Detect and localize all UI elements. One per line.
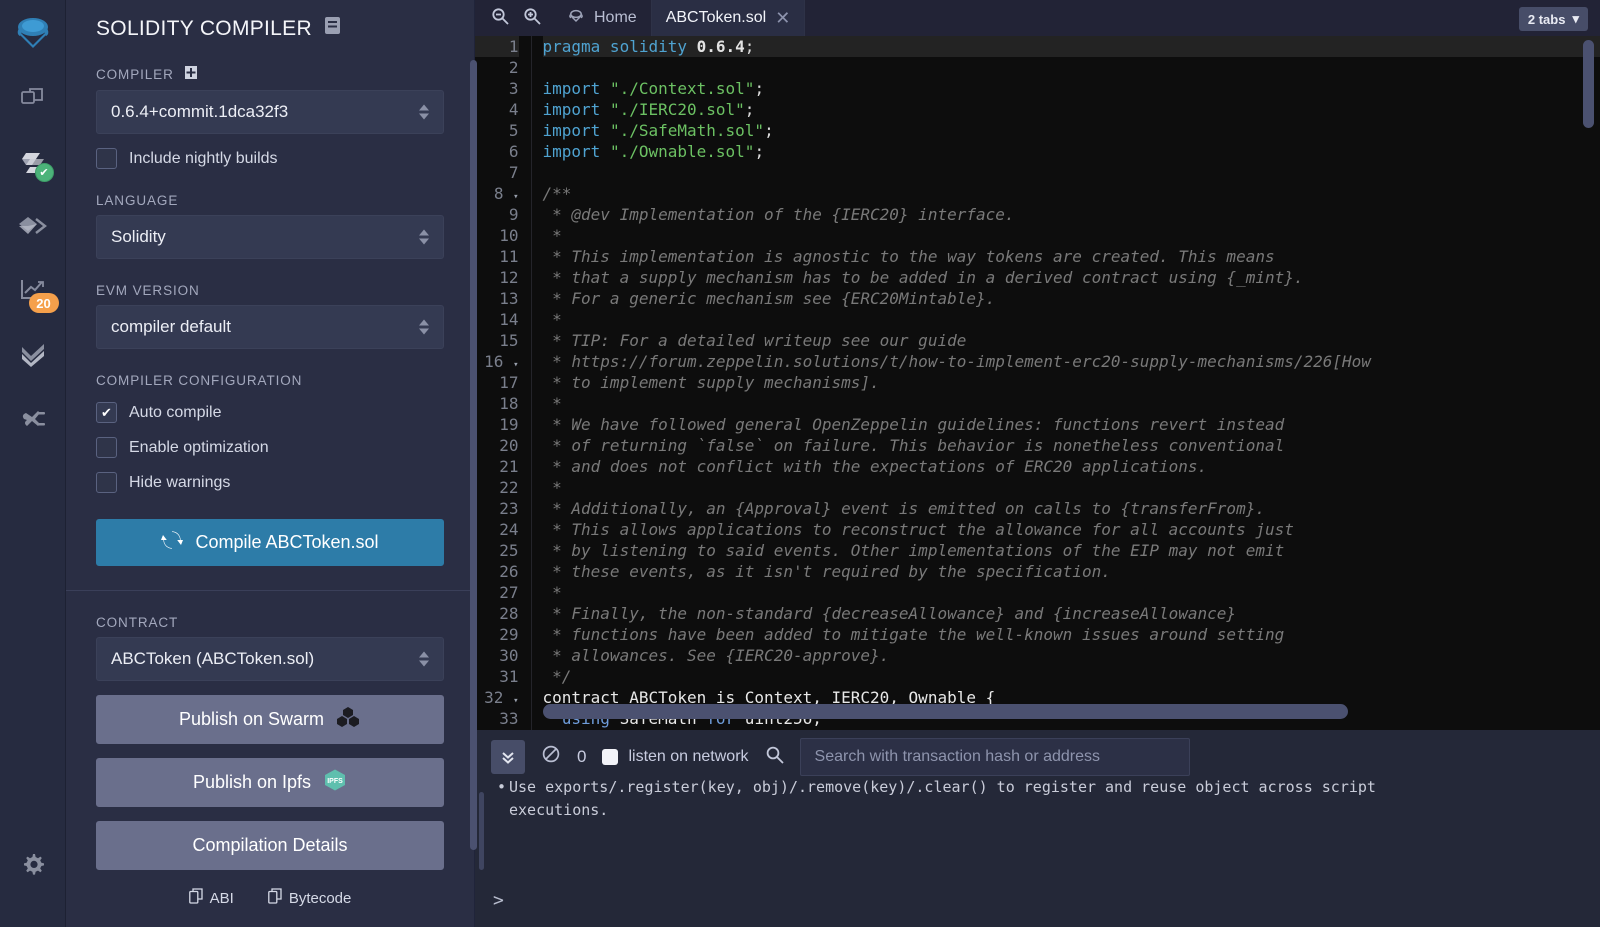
terminal-panel: 0 listen on network Search with transact… <box>475 730 1600 927</box>
editor-vertical-scrollbar[interactable] <box>1583 40 1594 128</box>
tab-tools <box>475 0 553 36</box>
language-select[interactable]: Solidity <box>96 215 444 259</box>
svg-text:IPFS: IPFS <box>327 778 343 785</box>
swarm-hex-icon <box>336 706 361 733</box>
language-value: Solidity <box>111 227 166 247</box>
evm-version-select[interactable]: compiler default <box>96 305 444 349</box>
panel-resize-handle[interactable] <box>470 60 477 850</box>
auto-compile-label: Auto compile <box>129 404 222 422</box>
copy-row: ABI Bytecode <box>96 888 444 908</box>
remix-home-icon <box>567 8 585 29</box>
terminal-prompt[interactable]: > <box>493 890 504 911</box>
listen-label: listen on network <box>628 748 748 766</box>
contract-select[interactable]: ABCToken (ABCToken.sol) <box>96 637 444 681</box>
ipfs-hex-icon: IPFS <box>323 768 347 797</box>
sidebar-item-deploy-run[interactable] <box>8 202 58 252</box>
compile-button-label: Compile ABCToken.sol <box>195 532 378 553</box>
publish-ipfs-label: Publish on Ipfs <box>193 772 311 793</box>
hide-warnings-label: Hide warnings <box>129 474 230 492</box>
sidebar-item-file-explorers[interactable] <box>8 74 58 124</box>
line-number-gutter: 12345678 ▾910111213141516 ▾1718192021222… <box>475 36 531 730</box>
panel-title: SOLIDITY COMPILER <box>66 0 474 41</box>
hide-warnings-checkbox-box[interactable] <box>96 472 117 493</box>
compile-button[interactable]: Compile ABCToken.sol <box>96 519 444 566</box>
compiler-success-badge: ✔ <box>35 163 54 182</box>
chevron-updown-icon <box>419 105 429 120</box>
search-icon[interactable] <box>765 745 784 769</box>
transaction-search-input[interactable]: Search with transaction hash or address <box>800 738 1190 776</box>
compilation-details-button[interactable]: Compilation Details <box>96 821 444 870</box>
tab-home-label: Home <box>594 9 637 27</box>
publish-on-swarm-button[interactable]: Publish on Swarm <box>96 695 444 744</box>
analysis-count-badge: 20 <box>29 293 59 313</box>
auto-compile-checkbox[interactable]: Auto compile <box>96 402 444 423</box>
compiler-version-select[interactable]: 0.6.4+commit.1dca32f3 <box>96 90 444 134</box>
tab-abctoken-sol[interactable]: ABCToken.sol ✕ <box>652 0 806 36</box>
nightly-label: Include nightly builds <box>129 150 278 168</box>
panel-divider <box>66 590 474 591</box>
copy-abi-label: ABI <box>210 890 234 907</box>
tabs-count-dropdown[interactable]: 2 tabs ▾ <box>1519 7 1588 31</box>
language-section-label: LANGUAGE <box>96 193 444 208</box>
panel-title-text: SOLIDITY COMPILER <box>96 17 312 41</box>
editor-horizontal-scrollbar[interactable] <box>543 704 1348 719</box>
nightly-checkbox-box[interactable] <box>96 148 117 169</box>
compilation-details-label: Compilation Details <box>192 835 347 856</box>
compiler-version-value: 0.6.4+commit.1dca32f3 <box>111 102 288 122</box>
auto-compile-checkbox-box[interactable] <box>96 402 117 423</box>
include-nightly-builds-checkbox[interactable]: Include nightly builds <box>96 148 444 169</box>
code-editor[interactable]: 12345678 ▾910111213141516 ▾1718192021222… <box>475 36 1600 730</box>
add-custom-compiler-icon[interactable] <box>184 65 198 83</box>
icon-bar: ✔ 20 <box>0 0 66 927</box>
listen-on-network-toggle[interactable]: listen on network <box>602 748 748 766</box>
compiler-section-label: COMPILER <box>96 65 444 83</box>
pending-transactions-count: 0 <box>577 747 586 767</box>
copy-bytecode-label: Bytecode <box>289 890 352 907</box>
solidity-compiler-panel: SOLIDITY COMPILER COMPILER <box>66 0 475 927</box>
terminal-output-line-2: executions. <box>509 801 608 819</box>
zoom-in-icon[interactable] <box>523 7 541 30</box>
publish-on-ipfs-button[interactable]: Publish on Ipfs IPFS <box>96 758 444 807</box>
sidebar-item-solidity-compiler[interactable]: ✔ <box>8 138 58 188</box>
contract-section-label: CONTRACT <box>96 615 444 630</box>
close-icon[interactable]: ✕ <box>775 9 790 27</box>
tab-home[interactable]: Home <box>553 0 652 36</box>
terminal-toggle-button[interactable] <box>491 740 525 774</box>
remix-logo[interactable] <box>8 10 58 60</box>
sidebar-item-static-analysis[interactable]: 20 <box>8 266 58 316</box>
sidebar-item-plugin-manager[interactable] <box>8 394 58 444</box>
listen-checkbox-box[interactable] <box>602 749 618 765</box>
code-content[interactable]: pragma solidity 0.6.4;import "./Context.… <box>531 36 1600 730</box>
compiler-configuration-label: COMPILER CONFIGURATION <box>96 373 444 388</box>
main-area: Home ABCToken.sol ✕ 2 tabs ▾ 12345678 ▾9… <box>475 0 1600 927</box>
evm-version-section-label: EVM VERSION <box>96 283 444 298</box>
tabs-count-label: 2 tabs <box>1528 12 1566 27</box>
hide-warnings-checkbox[interactable]: Hide warnings <box>96 472 444 493</box>
chevron-updown-icon <box>419 320 429 335</box>
evm-version-value: compiler default <box>111 317 231 337</box>
optimization-label: Enable optimization <box>129 439 269 457</box>
enable-optimization-checkbox[interactable]: Enable optimization <box>96 437 444 458</box>
copy-icon <box>268 888 282 908</box>
chevron-down-icon: ▾ <box>1572 11 1579 27</box>
chevron-updown-icon <box>419 652 429 667</box>
publish-swarm-label: Publish on Swarm <box>179 709 324 730</box>
copy-bytecode-button[interactable]: Bytecode <box>268 888 352 908</box>
sidebar-item-unit-testing[interactable] <box>8 330 58 380</box>
bullet-icon: • <box>497 776 506 799</box>
chevron-updown-icon <box>419 230 429 245</box>
contract-value: ABCToken (ABCToken.sol) <box>111 649 314 669</box>
copy-icon <box>189 888 203 908</box>
terminal-output: • Use exports/.register(key, obj)/.remov… <box>475 776 1600 822</box>
terminal-output-line-1: Use exports/.register(key, obj)/.remove(… <box>509 778 1376 796</box>
copy-abi-button[interactable]: ABI <box>189 888 234 908</box>
sidebar-item-settings[interactable] <box>8 839 58 889</box>
documentation-book-icon[interactable] <box>324 16 341 41</box>
tab-abctoken-label: ABCToken.sol <box>666 9 767 27</box>
refresh-sync-icon <box>161 530 183 555</box>
editor-tab-bar: Home ABCToken.sol ✕ 2 tabs ▾ <box>475 0 1600 36</box>
optimization-checkbox-box[interactable] <box>96 437 117 458</box>
clear-console-icon[interactable] <box>541 744 561 769</box>
zoom-out-icon[interactable] <box>491 7 509 30</box>
